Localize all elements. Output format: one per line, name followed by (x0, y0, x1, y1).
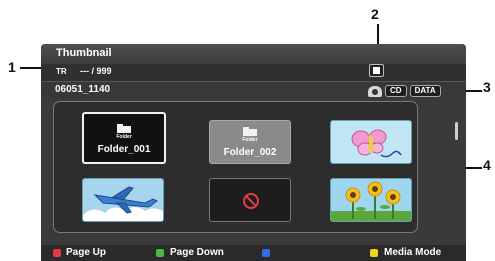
thumbnail-folder-001[interactable]: Folder Folder_001 (82, 112, 166, 164)
butterfly-picture (351, 129, 402, 158)
folder-icon-caption: Folder (242, 137, 258, 143)
thumbnail-label: Folder_001 (97, 144, 151, 155)
green-button-icon (156, 249, 164, 257)
media-tag-data: DATA (409, 85, 441, 97)
folder-icon-caption: Folder (116, 134, 132, 140)
disc-icon (368, 85, 382, 97)
track-counter: --- / 999 (80, 66, 112, 76)
current-folder-name: 06051_1140 (55, 84, 111, 95)
media-mode-label: Media Mode (384, 247, 442, 258)
page-up-label: Page Up (66, 247, 107, 258)
sunflowers-picture (331, 181, 411, 221)
red-button-icon (53, 249, 61, 257)
callout-1: 1 (8, 59, 16, 75)
track-label: TR (56, 67, 67, 76)
media-type-indicator: CD DATA (368, 85, 441, 97)
thumbnail-folder-002[interactable]: Folder Folder_002 (209, 120, 291, 164)
page-down-label: Page Down (170, 247, 224, 258)
callout-4: 4 (483, 157, 491, 173)
scrollbar[interactable] (455, 122, 458, 140)
thumbnail-butterfly-image[interactable] (330, 120, 412, 164)
callout-3: 3 (483, 79, 491, 95)
media-tag-cd: CD (385, 85, 407, 97)
blue-button-icon (262, 249, 270, 257)
folder-icon (117, 124, 131, 133)
thumbnail-label: Folder_002 (223, 147, 277, 158)
callout-2: 2 (371, 6, 379, 22)
airplane-picture (83, 186, 163, 221)
stop-icon (369, 64, 384, 77)
thumbnail-unsupported-file[interactable] (209, 178, 291, 222)
thumbnail-sunflowers-image[interactable] (330, 178, 412, 222)
folder-icon (243, 127, 257, 136)
yellow-button-icon (370, 249, 378, 257)
prohibited-icon (243, 193, 259, 209)
screen-title: Thumbnail (56, 47, 112, 59)
thumbnail-airplane-image[interactable] (82, 178, 164, 222)
